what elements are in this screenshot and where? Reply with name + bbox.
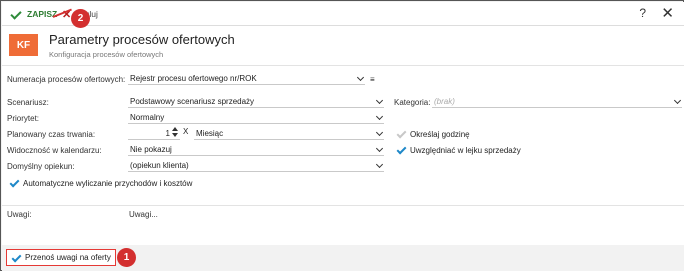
checkmark-icon xyxy=(396,129,406,139)
header: KF Parametry procesów ofertowych Konfigu… xyxy=(2,26,684,65)
owner-label: Domyślny opiekun: xyxy=(7,162,75,171)
notes-textarea[interactable]: Uwagi... xyxy=(126,206,684,246)
owner-select[interactable]: (opiekun klienta) xyxy=(128,159,384,172)
duration-unit-value: Miesiąc xyxy=(196,128,224,138)
close-button[interactable]: ✕ xyxy=(661,4,674,22)
scenario-select[interactable]: Podstawowy scenariusz sprzedaży xyxy=(128,95,384,108)
chevron-down-icon xyxy=(375,96,384,105)
owner-value: (opiekun klienta) xyxy=(130,160,189,170)
priority-value: Normalny xyxy=(130,112,165,122)
auto-calc-checkbox[interactable]: Automatyczne wyliczanie przychodów i kos… xyxy=(9,178,192,188)
duration-label: Planowany czas trwania: xyxy=(7,130,96,139)
auto-calc-label: Automatyczne wyliczanie przychodów i kos… xyxy=(23,178,193,188)
menu-icon[interactable]: ≡ xyxy=(370,75,376,84)
funnel-label: Uwzględniać w lejku sprzedaży xyxy=(410,145,521,155)
transfer-notes-label: Przenoś uwagi na oferty xyxy=(25,253,111,262)
chevron-down-icon xyxy=(375,112,384,121)
visibility-label: Widoczność w kalendarzu: xyxy=(7,146,102,155)
duration-unit-select[interactable]: Miesiąc xyxy=(194,127,384,140)
stepper-arrows-icon[interactable] xyxy=(171,126,178,138)
numbering-label: Numeracja procesów ofertowych: xyxy=(7,75,126,84)
toolbar: ZAPISZ ✕ Anuluj ? ✕ xyxy=(2,2,684,26)
help-button[interactable]: ? xyxy=(639,6,646,20)
priority-label: Priorytet: xyxy=(7,114,40,123)
scenario-value: Podstawowy scenariusz sprzedaży xyxy=(130,96,255,106)
checkmark-icon xyxy=(11,253,21,263)
save-button[interactable]: ZAPISZ xyxy=(12,7,57,21)
numbering-value: Rejestr procesu ofertowego nr/ROK xyxy=(130,73,257,83)
dialog-window: ZAPISZ ✕ Anuluj ? ✕ KF Parametry procesó… xyxy=(0,0,684,271)
visibility-select[interactable]: Nie pokazuj xyxy=(128,143,384,156)
hours-checkbox[interactable]: Określaj godzinę xyxy=(396,129,470,139)
checkmark-icon xyxy=(12,9,24,19)
visibility-value: Nie pokazuj xyxy=(130,144,172,154)
page-subtitle: Konfiguracja procesów ofertowych xyxy=(49,50,164,59)
numbering-select[interactable]: Rejestr procesu ofertowego nr/ROK xyxy=(128,72,365,85)
duration-clear[interactable]: X xyxy=(183,127,188,136)
transfer-notes-checkbox[interactable]: Przenoś uwagi na oferty xyxy=(6,249,116,266)
scenario-label: Scenariusz: xyxy=(7,98,49,107)
duration-value: 1 xyxy=(165,128,170,138)
notes-panel: Uwagi: Uwagi... xyxy=(2,205,684,246)
hours-label: Określaj godzinę xyxy=(410,129,470,139)
notes-label: Uwagi: xyxy=(7,210,32,219)
category-label: Kategoria: xyxy=(394,98,431,107)
annotation-badge-2: 2 xyxy=(71,9,90,28)
module-logo: KF xyxy=(9,34,38,56)
chevron-down-icon xyxy=(673,96,682,105)
annotation-badge-1: 1 xyxy=(117,248,136,267)
checkmark-icon xyxy=(9,178,19,188)
category-placeholder: (brak) xyxy=(434,96,455,106)
checkmark-icon xyxy=(396,145,406,155)
bottom-bar: Przenoś uwagi na oferty xyxy=(2,245,684,271)
chevron-down-icon xyxy=(356,73,365,82)
chevron-down-icon xyxy=(375,144,384,153)
funnel-checkbox[interactable]: Uwzględniać w lejku sprzedaży xyxy=(396,145,521,155)
notes-value: Uwagi... xyxy=(129,210,158,219)
chevron-down-icon xyxy=(375,160,384,169)
priority-select[interactable]: Normalny xyxy=(128,111,384,124)
page-title: Parametry procesów ofertowych xyxy=(49,32,235,47)
chevron-down-icon xyxy=(375,128,384,137)
form-panel: Numeracja procesów ofertowych: Rejestr p… xyxy=(2,65,684,205)
category-select[interactable]: (brak) xyxy=(432,95,682,108)
